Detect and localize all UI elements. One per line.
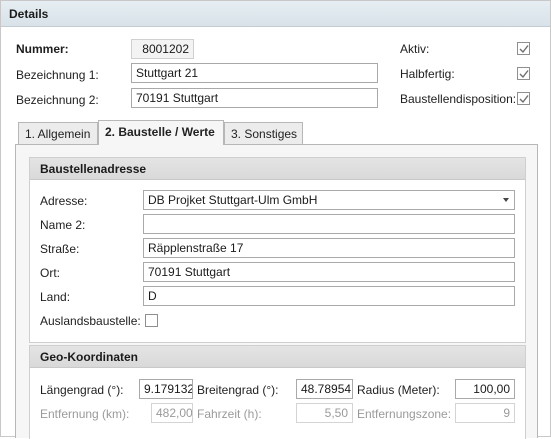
name2-label: Name 2: [40, 218, 86, 232]
bezeichnung1-label: Bezeichnung 1: [16, 68, 99, 82]
bezeichnung1-input[interactable]: Stuttgart 21 [131, 63, 378, 83]
laengengrad-input[interactable]: 9.179132 [139, 379, 193, 399]
tab-content-baustelle: Baustellenadresse Adresse: DB Projket St… [15, 144, 538, 439]
auslandsbaustelle-checkbox[interactable] [145, 314, 158, 327]
entfernungszone-label: Entfernungszone: [357, 407, 452, 421]
adresse-value: DB Projket Stuttgart-Ulm GmbH [148, 193, 318, 207]
nummer-field: 8001202 [131, 39, 194, 59]
adresse-dropdown[interactable]: DB Projket Stuttgart-Ulm GmbH [143, 190, 515, 210]
checkmark-icon [519, 70, 529, 79]
strasse-input[interactable]: Räpplenstraße 17 [143, 238, 515, 258]
land-input[interactable]: D [143, 286, 515, 306]
bezeichnung2-label: Bezeichnung 2: [16, 93, 99, 107]
aktiv-checkbox[interactable] [517, 42, 530, 55]
baustellenadresse-title: Baustellenadresse [30, 158, 525, 180]
entfernung-label: Entfernung (km): [40, 407, 130, 421]
aktiv-label: Aktiv: [400, 42, 430, 56]
adresse-label: Adresse: [40, 194, 88, 208]
geo-koordinaten-group: Geo-Koordinaten Längengrad (°): 9.179132… [29, 345, 526, 439]
checkmark-icon [519, 45, 529, 54]
fahrzeit-label: Fahrzeit (h): [197, 407, 262, 421]
nummer-label: Nummer: [16, 42, 69, 56]
tab-allgemein[interactable]: 1. Allgemein [18, 122, 98, 145]
halbfertig-checkbox[interactable] [517, 67, 530, 80]
ort-label: Ort: [40, 266, 60, 280]
breitengrad-input[interactable]: 48.78954 [296, 379, 353, 399]
baustellenadresse-group: Baustellenadresse Adresse: DB Projket St… [29, 157, 526, 343]
fahrzeit-field: 5,50 [296, 403, 353, 423]
panel-title: Details [1, 1, 550, 27]
tab-baustelle-werte[interactable]: 2. Baustelle / Werte [98, 120, 224, 145]
laengengrad-label: Längengrad (°): [40, 383, 124, 397]
land-label: Land: [40, 290, 71, 304]
baustellendisposition-label: Baustellendisposition: [400, 92, 517, 106]
strasse-label: Straße: [40, 242, 80, 256]
name2-input[interactable] [143, 214, 515, 234]
radius-label: Radius (Meter): [357, 383, 440, 397]
auslandsbaustelle-label: Auslandsbaustelle: [40, 314, 141, 328]
radius-input[interactable]: 100,00 [455, 379, 515, 399]
entfernungszone-field: 9 [455, 403, 515, 423]
details-panel: Details Nummer: 8001202 Bezeichnung 1: S… [0, 0, 551, 439]
baustellendisposition-checkbox[interactable] [517, 92, 530, 105]
breitengrad-label: Breitengrad (°): [197, 383, 279, 397]
tab-sonstiges[interactable]: 3. Sonstiges [224, 122, 303, 145]
bezeichnung2-input[interactable]: 70191 Stuttgart [131, 88, 378, 108]
chevron-down-icon[interactable] [503, 198, 509, 202]
geo-koordinaten-title: Geo-Koordinaten [30, 346, 525, 368]
ort-input[interactable]: 70191 Stuttgart [143, 262, 515, 282]
halbfertig-label: Halbfertig: [400, 67, 455, 81]
entfernung-field: 482,00 [151, 403, 193, 423]
checkmark-icon [519, 95, 529, 104]
